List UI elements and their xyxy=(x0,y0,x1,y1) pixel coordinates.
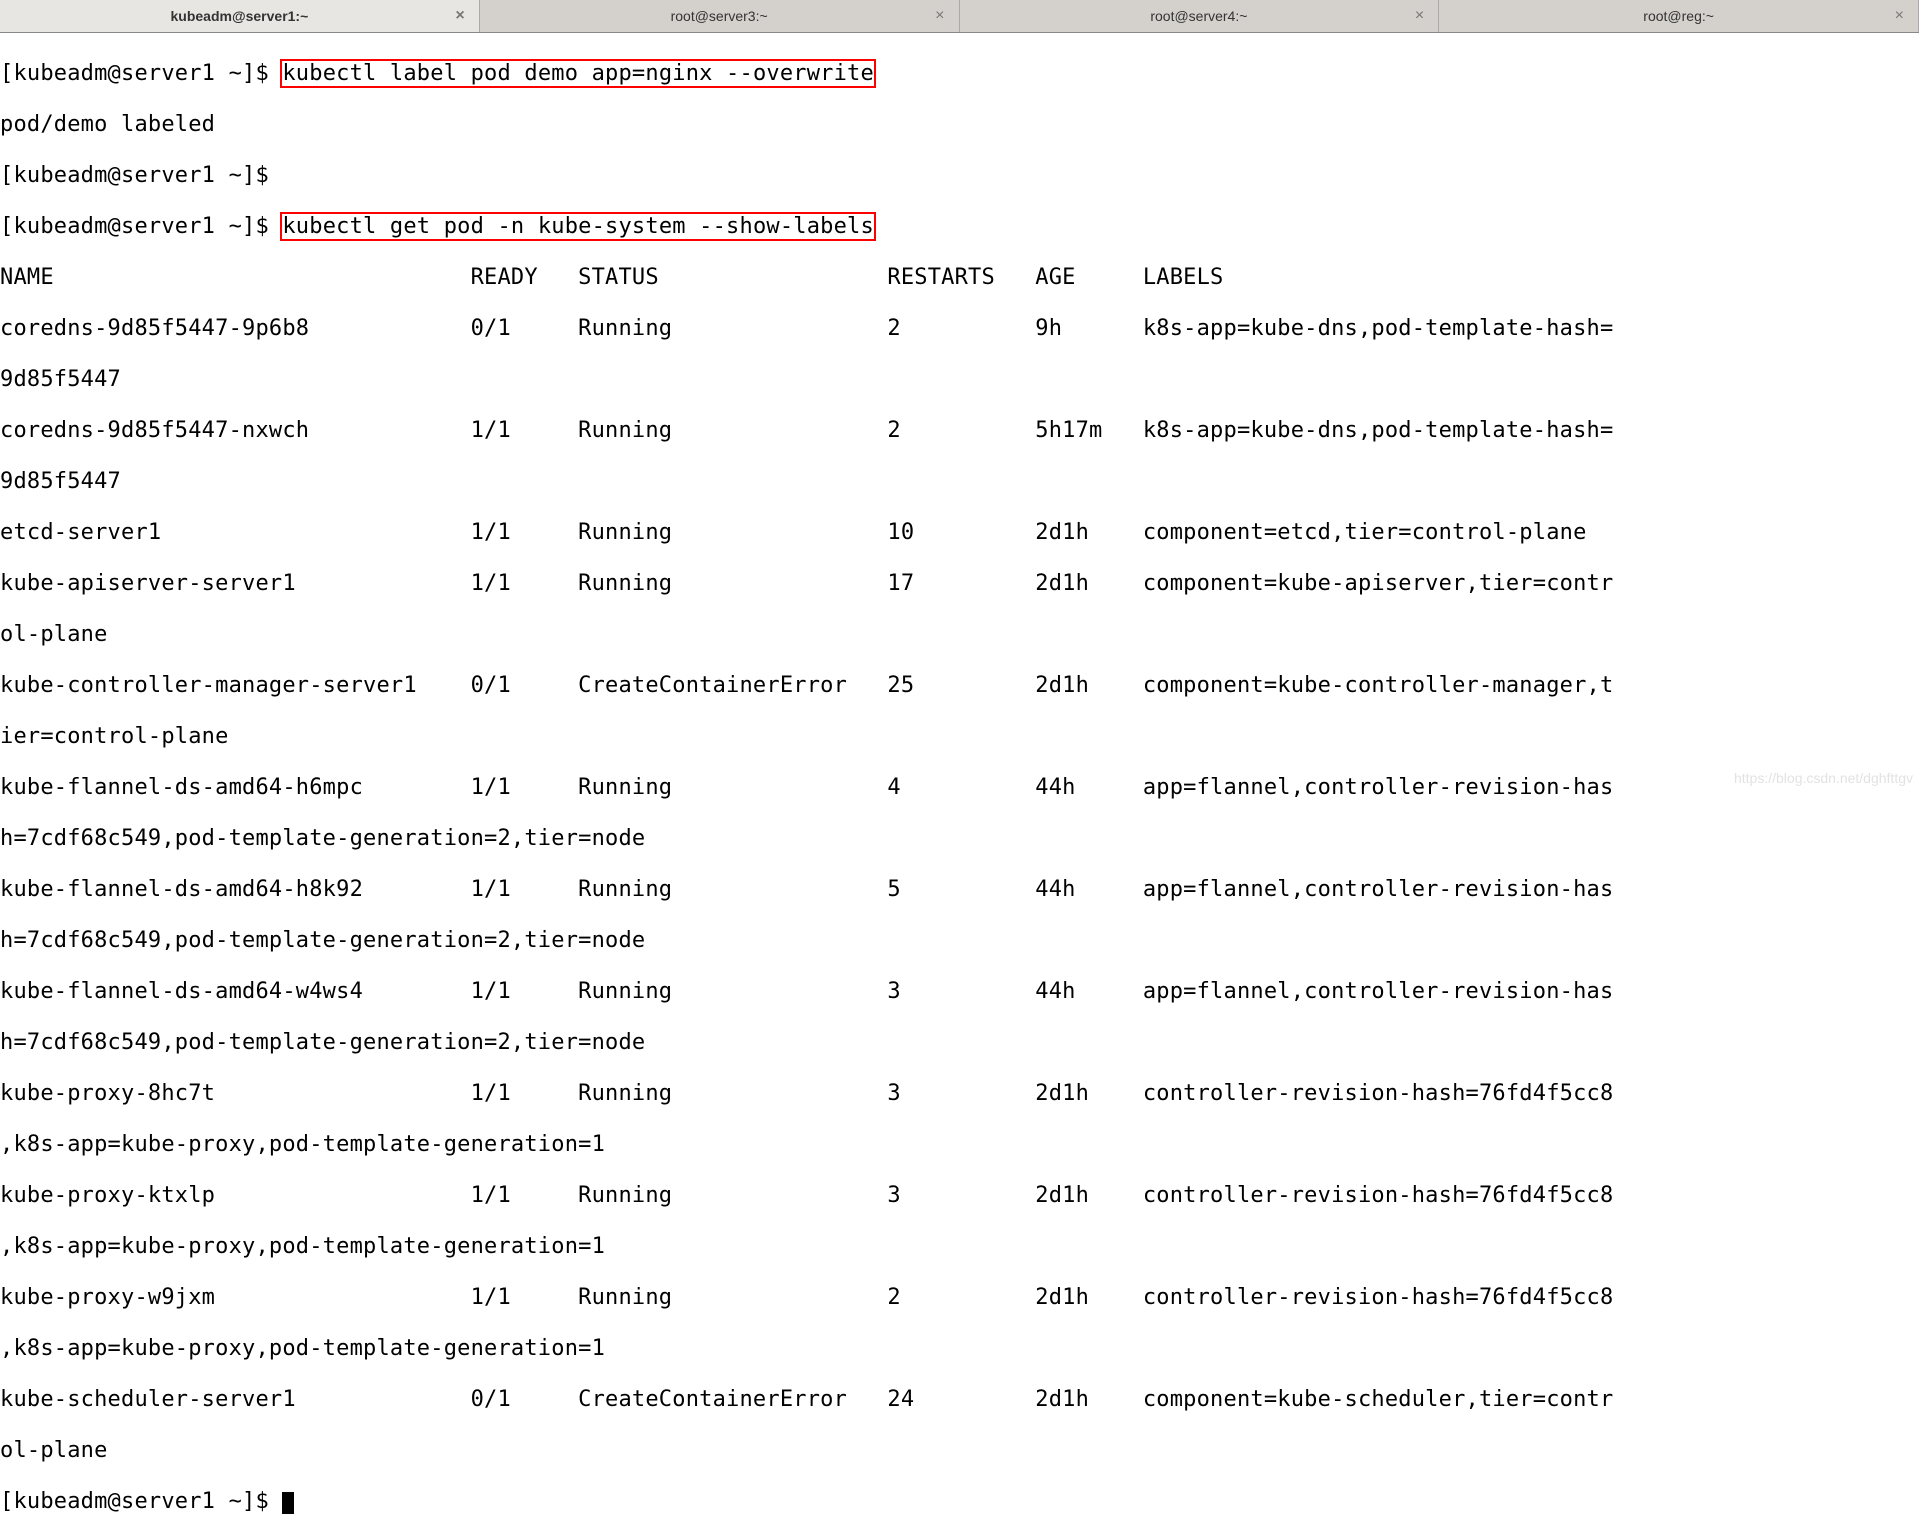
tab-root-server3[interactable]: root@server3:~ × xyxy=(480,0,960,32)
table-row: kube-proxy-w9jxm 1/1 Running 2 2d1h cont… xyxy=(0,1285,1919,1311)
table-row: ,k8s-app=kube-proxy,pod-template-generat… xyxy=(0,1234,1919,1260)
tab-root-reg[interactable]: root@reg:~ × xyxy=(1439,0,1919,32)
table-row: ier=control-plane xyxy=(0,724,1919,750)
close-icon[interactable]: × xyxy=(455,7,464,25)
cursor-icon xyxy=(282,1492,294,1514)
tab-bar: kubeadm@server1:~ × root@server3:~ × roo… xyxy=(0,0,1919,33)
watermark: https://blog.csdn.net/dghfttgv xyxy=(1734,770,1913,786)
table-row: kube-flannel-ds-amd64-h8k92 1/1 Running … xyxy=(0,877,1919,903)
table-row: kube-flannel-ds-amd64-h6mpc 1/1 Running … xyxy=(0,775,1919,801)
terminal-output[interactable]: [kubeadm@server1 ~]$ kubectl label pod d… xyxy=(0,33,1919,1540)
table-header: NAME READY STATUS RESTARTS AGE LABELS xyxy=(0,265,1919,291)
tab-label: root@server4:~ xyxy=(1150,8,1247,24)
table-row: h=7cdf68c549,pod-template-generation=2,t… xyxy=(0,826,1919,852)
table-row: kube-flannel-ds-amd64-w4ws4 1/1 Running … xyxy=(0,979,1919,1005)
close-icon[interactable]: × xyxy=(935,7,944,25)
highlighted-command-1: kubectl label pod demo app=nginx --overw… xyxy=(282,61,874,86)
highlighted-command-2: kubectl get pod -n kube-system --show-la… xyxy=(282,214,874,239)
table-row: ,k8s-app=kube-proxy,pod-template-generat… xyxy=(0,1336,1919,1362)
tab-root-server4[interactable]: root@server4:~ × xyxy=(960,0,1440,32)
table-row: h=7cdf68c549,pod-template-generation=2,t… xyxy=(0,1030,1919,1056)
close-icon[interactable]: × xyxy=(1415,7,1424,25)
terminal-line: [kubeadm@server1 ~]$ kubectl get pod -n … xyxy=(0,214,1919,240)
table-row: h=7cdf68c549,pod-template-generation=2,t… xyxy=(0,928,1919,954)
table-row: ol-plane xyxy=(0,622,1919,648)
prompt: [kubeadm@server1 ~]$ xyxy=(0,214,269,239)
prompt: [kubeadm@server1 ~]$ xyxy=(0,163,269,188)
table-row: kube-apiserver-server1 1/1 Running 17 2d… xyxy=(0,571,1919,597)
table-row: ol-plane xyxy=(0,1438,1919,1464)
table-row: etcd-server1 1/1 Running 10 2d1h compone… xyxy=(0,520,1919,546)
prompt: [kubeadm@server1 ~]$ xyxy=(0,61,269,86)
terminal-line: [kubeadm@server1 ~]$ xyxy=(0,163,1919,189)
terminal-line: pod/demo labeled xyxy=(0,112,1919,138)
table-row: kube-controller-manager-server1 0/1 Crea… xyxy=(0,673,1919,699)
table-row: 9d85f5447 xyxy=(0,469,1919,495)
tab-label: root@reg:~ xyxy=(1643,8,1714,24)
table-row: kube-scheduler-server1 0/1 CreateContain… xyxy=(0,1387,1919,1413)
tab-label: kubeadm@server1:~ xyxy=(170,8,308,24)
terminal-line: [kubeadm@server1 ~]$ xyxy=(0,1489,1919,1515)
tab-kubeadm-server1[interactable]: kubeadm@server1:~ × xyxy=(0,0,480,32)
table-row: coredns-9d85f5447-9p6b8 0/1 Running 2 9h… xyxy=(0,316,1919,342)
tab-label: root@server3:~ xyxy=(671,8,768,24)
prompt: [kubeadm@server1 ~]$ xyxy=(0,1489,269,1514)
table-row: coredns-9d85f5447-nxwch 1/1 Running 2 5h… xyxy=(0,418,1919,444)
terminal-line: [kubeadm@server1 ~]$ kubectl label pod d… xyxy=(0,61,1919,87)
table-row: 9d85f5447 xyxy=(0,367,1919,393)
table-row: kube-proxy-ktxlp 1/1 Running 3 2d1h cont… xyxy=(0,1183,1919,1209)
table-row: ,k8s-app=kube-proxy,pod-template-generat… xyxy=(0,1132,1919,1158)
table-row: kube-proxy-8hc7t 1/1 Running 3 2d1h cont… xyxy=(0,1081,1919,1107)
close-icon[interactable]: × xyxy=(1895,7,1904,25)
